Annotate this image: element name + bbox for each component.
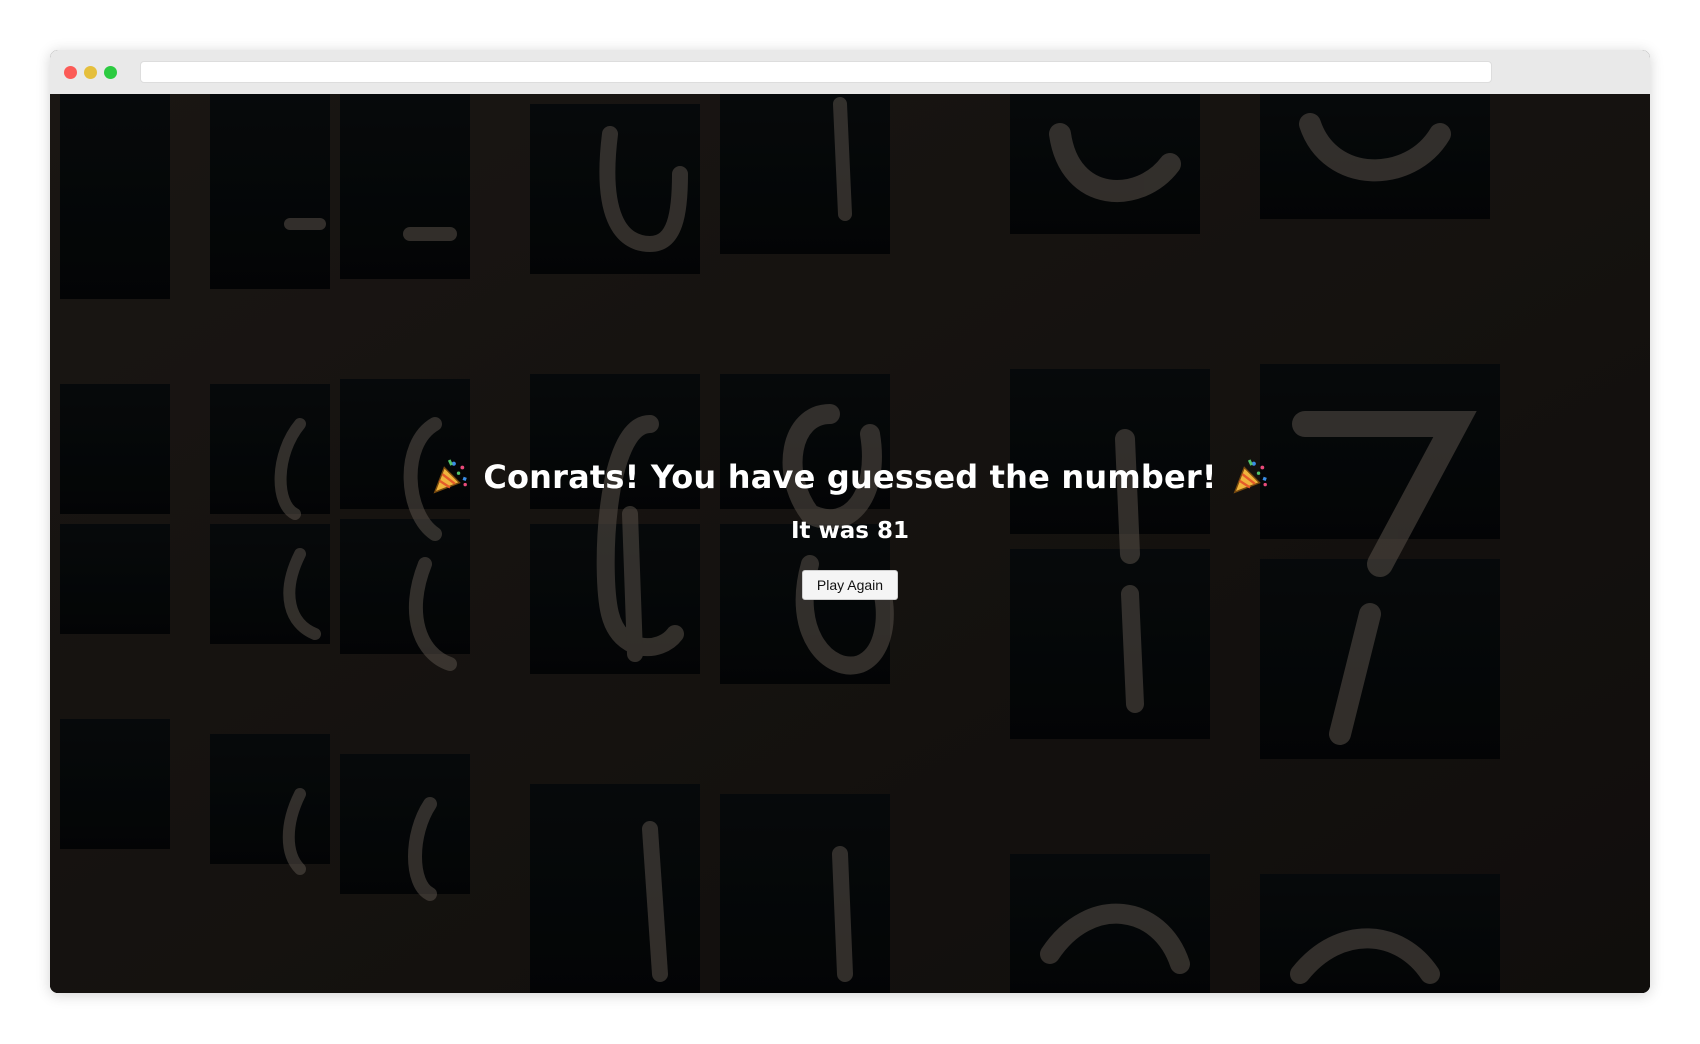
win-message-panel: Conrats! You have guessed the number! It…: [50, 94, 1650, 993]
browser-window: Conrats! You have guessed the number! It…: [50, 50, 1650, 993]
close-window-button[interactable]: [64, 66, 77, 79]
party-popper-icon: [1233, 458, 1267, 493]
congrats-text: Conrats! You have guessed the number!: [483, 457, 1217, 496]
congrats-heading: Conrats! You have guessed the number!: [431, 458, 1268, 496]
address-bar[interactable]: [140, 61, 1492, 83]
minimize-window-button[interactable]: [84, 66, 97, 79]
maximize-window-button[interactable]: [104, 66, 117, 79]
answer-reveal-text: It was 81: [790, 517, 910, 544]
party-popper-icon: [433, 458, 468, 493]
play-again-button[interactable]: Play Again: [801, 569, 899, 600]
browser-titlebar: [50, 50, 1650, 94]
page-viewport: Conrats! You have guessed the number! It…: [50, 94, 1650, 993]
